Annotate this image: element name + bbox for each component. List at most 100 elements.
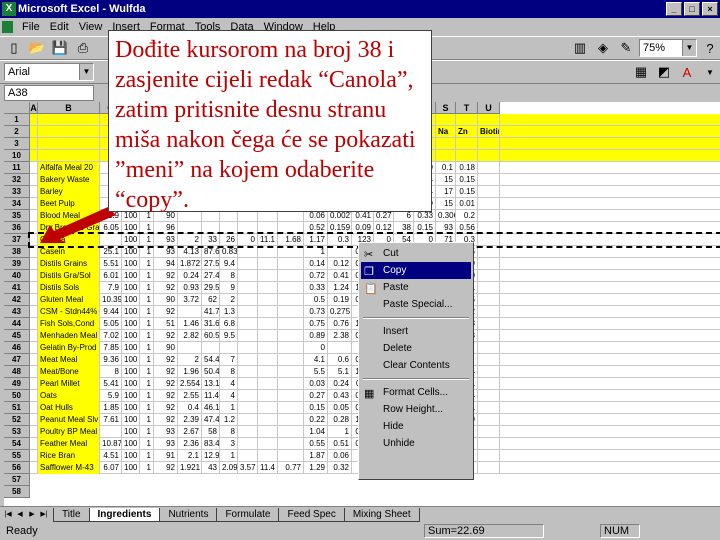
first-sheet-icon[interactable]: |◀	[2, 508, 14, 521]
table-cell[interactable]	[30, 282, 38, 294]
table-cell[interactable]: Casein	[38, 246, 100, 258]
table-cell[interactable]: 0.32	[328, 462, 352, 474]
table-cell[interactable]: 7.61	[100, 414, 122, 426]
table-cell[interactable]: 92	[154, 402, 178, 414]
menu-item-delete[interactable]: Delete	[361, 340, 471, 357]
table-cell[interactable]: 1.68	[278, 234, 304, 246]
menu-item-edit[interactable]: Edit	[50, 21, 69, 33]
table-cell[interactable]: 1	[140, 282, 154, 294]
table-cell[interactable]	[30, 426, 38, 438]
table-cell[interactable]: 92	[154, 354, 178, 366]
row-header-51[interactable]: 51	[4, 402, 30, 414]
table-cell[interactable]: Rice Bran	[38, 450, 100, 462]
row-header-49[interactable]: 49	[4, 378, 30, 390]
table-cell[interactable]: 1.921	[178, 462, 202, 474]
table-cell[interactable]	[258, 246, 278, 258]
column-header-s[interactable]: S	[436, 102, 456, 114]
table-cell[interactable]: 3.57	[238, 462, 258, 474]
menu-item-row-height[interactable]: Row Height...	[361, 401, 471, 418]
table-cell[interactable]	[238, 342, 258, 354]
table-cell[interactable]: 100	[122, 246, 140, 258]
table-cell[interactable]: 92	[154, 414, 178, 426]
table-cell[interactable]: Distils Gra/Sol	[38, 270, 100, 282]
menu-item-format-cells[interactable]: ▦ Format Cells...	[361, 384, 471, 401]
table-cell[interactable]: 0.4	[178, 402, 202, 414]
table-cell[interactable]: 2.554	[178, 378, 202, 390]
table-cell[interactable]	[238, 366, 258, 378]
table-cell[interactable]: 9.36	[100, 354, 122, 366]
table-cell[interactable]	[478, 366, 500, 378]
table-cell[interactable]: 7.85	[100, 342, 122, 354]
table-cell[interactable]: 7	[220, 354, 238, 366]
row-header-3[interactable]: 3	[4, 138, 30, 150]
table-cell[interactable]: 8	[220, 426, 238, 438]
table-cell[interactable]: 15	[436, 198, 456, 210]
table-cell[interactable]: 93	[436, 222, 456, 234]
table-cell[interactable]: 1	[220, 450, 238, 462]
table-cell[interactable]: 2	[178, 234, 202, 246]
tab-nutrients[interactable]: Nutrients	[159, 507, 218, 522]
table-cell[interactable]	[258, 438, 278, 450]
table-cell[interactable]	[328, 246, 352, 258]
table-cell[interactable]: 2.1	[178, 450, 202, 462]
table-cell[interactable]: 27.5	[202, 258, 220, 270]
tab-ingredients[interactable]: Ingredients	[88, 507, 161, 522]
map-icon[interactable]: ◈	[593, 39, 613, 58]
table-cell[interactable]: 1	[140, 402, 154, 414]
table-cell[interactable]: 1	[140, 258, 154, 270]
table-cell[interactable]	[238, 354, 258, 366]
table-cell[interactable]	[238, 390, 258, 402]
table-cell[interactable]: 7.9	[100, 282, 122, 294]
table-cell[interactable]: 1	[140, 414, 154, 426]
table-cell[interactable]	[30, 342, 38, 354]
table-cell[interactable]: 41.7	[202, 306, 220, 318]
table-cell[interactable]: 0.89	[304, 330, 328, 342]
table-cell[interactable]: Meat Meal	[38, 354, 100, 366]
table-cell[interactable]: 1	[140, 306, 154, 318]
table-cell[interactable]: 0.14	[304, 258, 328, 270]
table-cell[interactable]	[478, 378, 500, 390]
table-cell[interactable]	[100, 426, 122, 438]
table-cell[interactable]	[478, 174, 500, 186]
menu-item-copy[interactable]: ❐ Copy	[361, 262, 471, 279]
table-cell[interactable]	[258, 402, 278, 414]
font-select[interactable]: Arial ▼	[4, 63, 94, 81]
minimize-button[interactable]: _	[666, 2, 682, 16]
table-cell[interactable]: 100	[122, 402, 140, 414]
table-cell[interactable]	[238, 330, 258, 342]
table-cell[interactable]: 1.87	[304, 450, 328, 462]
table-cell[interactable]: 1	[140, 234, 154, 246]
select-all-corner[interactable]	[4, 102, 30, 114]
table-cell[interactable]: 10.39	[100, 294, 122, 306]
table-cell[interactable]	[278, 246, 304, 258]
column-header-u[interactable]: U	[478, 102, 500, 114]
table-cell[interactable]	[238, 294, 258, 306]
table-cell[interactable]	[278, 402, 304, 414]
table-cell[interactable]	[30, 330, 38, 342]
table-cell[interactable]: Peanut Meal Slv	[38, 414, 100, 426]
table-cell[interactable]	[278, 390, 304, 402]
table-cell[interactable]: 8	[100, 366, 122, 378]
table-cell[interactable]	[478, 210, 500, 222]
table-cell[interactable]	[202, 222, 220, 234]
row-header-52[interactable]: 52	[4, 414, 30, 426]
table-cell[interactable]	[30, 246, 38, 258]
table-cell[interactable]: 1.96	[178, 366, 202, 378]
table-cell[interactable]: Alfalfa Meal 20	[38, 162, 100, 174]
table-cell[interactable]	[258, 450, 278, 462]
table-cell[interactable]	[258, 270, 278, 282]
table-cell[interactable]	[258, 342, 278, 354]
table-cell[interactable]	[478, 462, 500, 474]
table-cell[interactable]: 1.04	[304, 426, 328, 438]
table-cell[interactable]	[478, 198, 500, 210]
tab-formulate[interactable]: Formulate	[216, 507, 280, 522]
column-header-a[interactable]: A	[30, 102, 38, 114]
table-cell[interactable]: 0.19	[328, 294, 352, 306]
table-cell[interactable]: 0.93	[178, 282, 202, 294]
table-cell[interactable]: 1	[140, 390, 154, 402]
table-cell[interactable]	[30, 306, 38, 318]
table-cell[interactable]	[478, 270, 500, 282]
table-cell[interactable]: 43	[202, 462, 220, 474]
font-color-icon[interactable]: A	[677, 63, 697, 82]
table-cell[interactable]	[278, 342, 304, 354]
